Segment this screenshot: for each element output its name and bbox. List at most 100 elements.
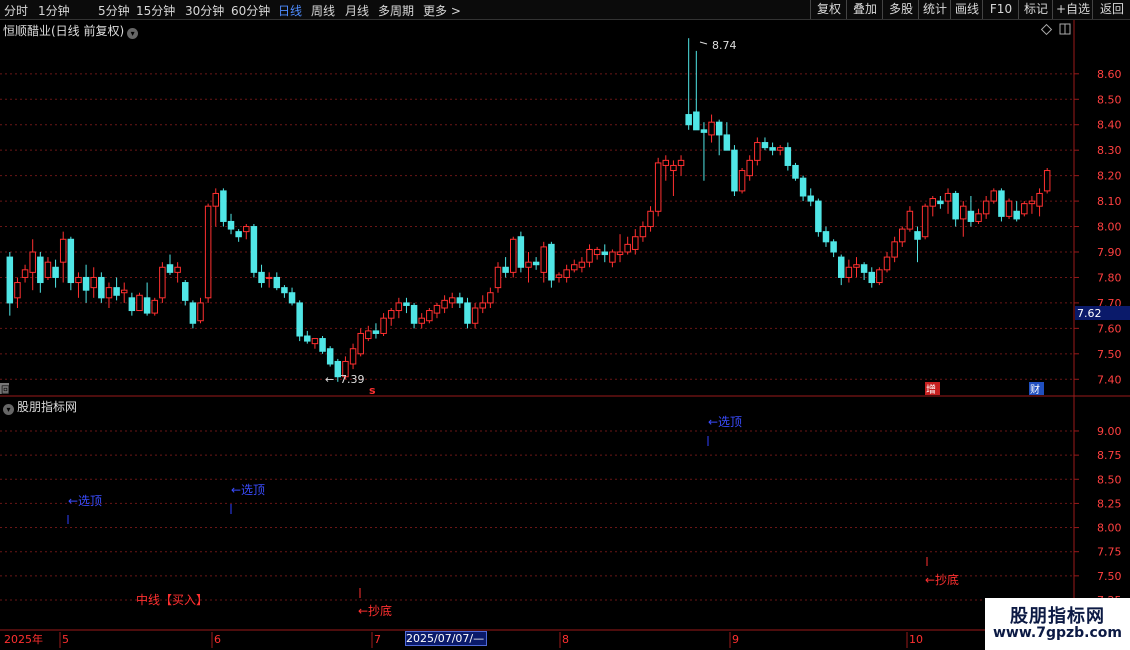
candle xyxy=(769,142,776,156)
candle xyxy=(349,343,357,370)
candle xyxy=(998,188,1005,222)
candle-body xyxy=(586,248,593,263)
candle-body xyxy=(578,261,586,268)
candle-body xyxy=(159,266,166,299)
candle-body xyxy=(44,261,52,278)
candle xyxy=(982,196,990,219)
candle-body xyxy=(654,162,662,212)
candle xyxy=(586,244,593,268)
candle xyxy=(37,252,44,293)
candle xyxy=(243,224,250,240)
chaodi-signal: ←抄底 xyxy=(925,572,959,587)
candle-body xyxy=(998,190,1005,217)
candle xyxy=(784,142,792,171)
xuanding-signal: ←选顶 xyxy=(68,494,102,508)
candle xyxy=(937,196,944,209)
candle-body xyxy=(182,282,189,301)
candle-body xyxy=(837,256,845,278)
candle-body xyxy=(479,302,486,309)
candle-body xyxy=(212,192,220,207)
candle xyxy=(708,114,715,143)
candle-body xyxy=(853,264,860,268)
kline-chart[interactable]: 8.608.508.408.308.208.108.007.907.807.70… xyxy=(0,0,1130,650)
candle-body xyxy=(105,287,113,299)
price-tick-label: 7.90 xyxy=(1097,246,1122,259)
candle xyxy=(731,145,738,196)
candle xyxy=(220,188,227,227)
candle xyxy=(883,252,891,273)
candle xyxy=(29,239,36,291)
month-label: 6 xyxy=(214,633,221,646)
candle-body xyxy=(220,190,227,222)
candle xyxy=(151,297,158,316)
indicator-tick-label: 8.50 xyxy=(1097,473,1122,486)
candle xyxy=(67,236,75,291)
candle-body xyxy=(876,269,883,284)
candle xyxy=(906,206,914,232)
candle-body xyxy=(891,241,898,258)
candle-body xyxy=(509,238,517,273)
candle xyxy=(105,282,113,308)
candle-body xyxy=(914,231,921,240)
high-price-label: 8.74 xyxy=(712,39,737,52)
candle xyxy=(754,137,761,166)
indicator-tick-label: 9.00 xyxy=(1097,425,1122,438)
candle xyxy=(464,297,471,329)
candle xyxy=(128,292,136,316)
diamond-icon[interactable] xyxy=(1040,23,1053,36)
candle xyxy=(990,188,998,204)
candle xyxy=(662,155,670,181)
candle xyxy=(296,300,303,342)
candle xyxy=(677,155,685,176)
candle-body xyxy=(304,335,311,342)
month-label: 7 xyxy=(374,633,381,646)
candle-body xyxy=(296,302,303,337)
high-pointer xyxy=(699,41,708,45)
candle-body xyxy=(769,147,776,151)
candle-body xyxy=(525,261,532,268)
candle xyxy=(52,259,59,288)
candle-body xyxy=(593,248,601,256)
candle xyxy=(479,295,486,314)
candle xyxy=(975,208,982,224)
candle-body xyxy=(189,302,197,324)
candle xyxy=(929,196,937,217)
price-tick-label: 8.40 xyxy=(1097,119,1122,132)
price-tick-label: 7.50 xyxy=(1097,348,1122,361)
candle-body xyxy=(52,266,59,278)
candle xyxy=(448,292,456,308)
candle-body xyxy=(517,236,525,268)
candle xyxy=(471,302,479,329)
candle xyxy=(212,188,220,227)
candle-body xyxy=(1005,200,1013,217)
candle xyxy=(21,264,29,283)
candle xyxy=(738,168,746,194)
candle-body xyxy=(929,198,937,207)
candle xyxy=(815,198,822,237)
candle xyxy=(311,338,319,349)
candle xyxy=(952,190,959,227)
candle xyxy=(90,267,97,298)
panel-toggle-icon[interactable] xyxy=(1059,23,1071,35)
candle xyxy=(960,201,967,237)
cursor-date: 2025/07/07/— xyxy=(406,632,485,645)
candle-body xyxy=(143,297,151,314)
zhongxian-buy-signal: 中线【买入】 xyxy=(136,592,208,607)
month-label: 8 xyxy=(562,633,569,646)
candle xyxy=(555,272,563,283)
candle xyxy=(189,300,197,329)
candle-body xyxy=(776,147,784,151)
candle-body xyxy=(1013,210,1020,220)
candle xyxy=(136,292,143,312)
candle xyxy=(532,257,540,270)
candle-body xyxy=(281,287,288,294)
candle xyxy=(410,302,418,329)
candle xyxy=(273,272,281,291)
candle xyxy=(647,206,654,232)
indicator-tick-label: 7.75 xyxy=(1097,546,1122,559)
candle-body xyxy=(906,210,914,230)
candle xyxy=(807,188,814,207)
candle xyxy=(1013,201,1020,222)
candle-body xyxy=(6,256,14,304)
candle-body xyxy=(548,243,555,281)
